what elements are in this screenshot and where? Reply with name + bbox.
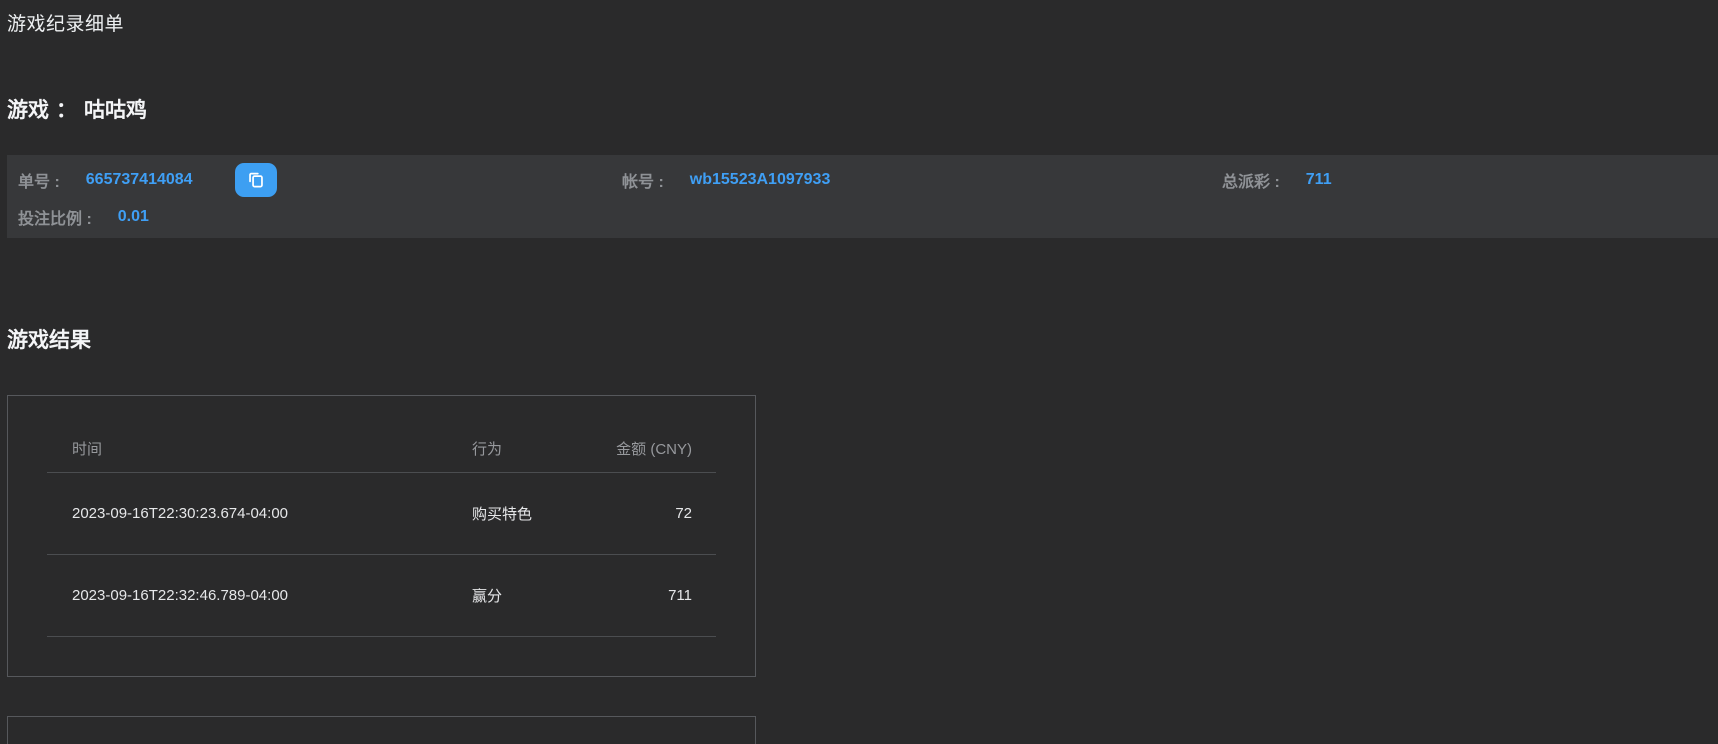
row-action: 购买特色 <box>447 503 572 524</box>
order-number-value: 665737414084 <box>86 171 193 189</box>
results-table-header: 时间 行为 金额 (CNY) <box>47 396 716 473</box>
row-amount: 72 <box>572 505 716 522</box>
bet-ratio-field: 投注比例 : 0.01 <box>18 198 622 235</box>
results-heading: 游戏结果 <box>7 324 91 354</box>
summary-bar-row-1: 单号 : 665737414084 帐号 : wb15523A1097933 总… <box>18 161 1718 198</box>
total-payout-label: 总派彩 : <box>1222 168 1280 192</box>
table-row: 2023-09-16T22:30:23.674-04:00 购买特色 72 <box>47 473 716 555</box>
summary-bar-row-2: 投注比例 : 0.01 <box>18 198 1718 235</box>
row-time: 2023-09-16T22:32:46.789-04:00 <box>47 587 447 604</box>
order-number-field: 单号 : 665737414084 <box>18 161 622 198</box>
account-value: wb15523A1097933 <box>690 171 831 189</box>
column-header-amount: 金额 (CNY) <box>572 438 716 459</box>
summary-bar: 单号 : 665737414084 帐号 : wb15523A1097933 总… <box>7 155 1718 238</box>
table-row: 2023-09-16T22:32:46.789-04:00 赢分 711 <box>47 555 716 637</box>
row-time: 2023-09-16T22:30:23.674-04:00 <box>47 505 447 522</box>
results-card: 时间 行为 金额 (CNY) 2023-09-16T22:30:23.674-0… <box>7 395 756 677</box>
row-action: 赢分 <box>447 585 572 606</box>
total-payout-field: 总派彩 : 711 <box>1222 161 1718 198</box>
column-header-action: 行为 <box>447 438 572 459</box>
bet-ratio-label: 投注比例 : <box>18 205 92 229</box>
game-label-separator: ： <box>56 94 77 124</box>
order-number-label: 单号 : <box>18 168 60 192</box>
results-card-secondary <box>7 716 756 744</box>
bet-ratio-value: 0.01 <box>118 208 149 226</box>
game-label: 游戏 <box>7 94 49 124</box>
copy-icon <box>245 169 267 191</box>
page-title: 游戏纪录细单 <box>7 9 124 36</box>
row-amount: 711 <box>572 587 716 604</box>
game-name-heading: 游戏 ： 咕咕鸡 <box>7 94 147 124</box>
account-label: 帐号 : <box>622 168 664 192</box>
copy-order-number-button[interactable] <box>235 163 277 197</box>
game-name: 咕咕鸡 <box>84 94 147 124</box>
account-field: 帐号 : wb15523A1097933 <box>622 161 1222 198</box>
total-payout-value: 711 <box>1306 171 1332 189</box>
column-header-time: 时间 <box>47 438 447 459</box>
results-table: 时间 行为 金额 (CNY) 2023-09-16T22:30:23.674-0… <box>47 396 716 637</box>
